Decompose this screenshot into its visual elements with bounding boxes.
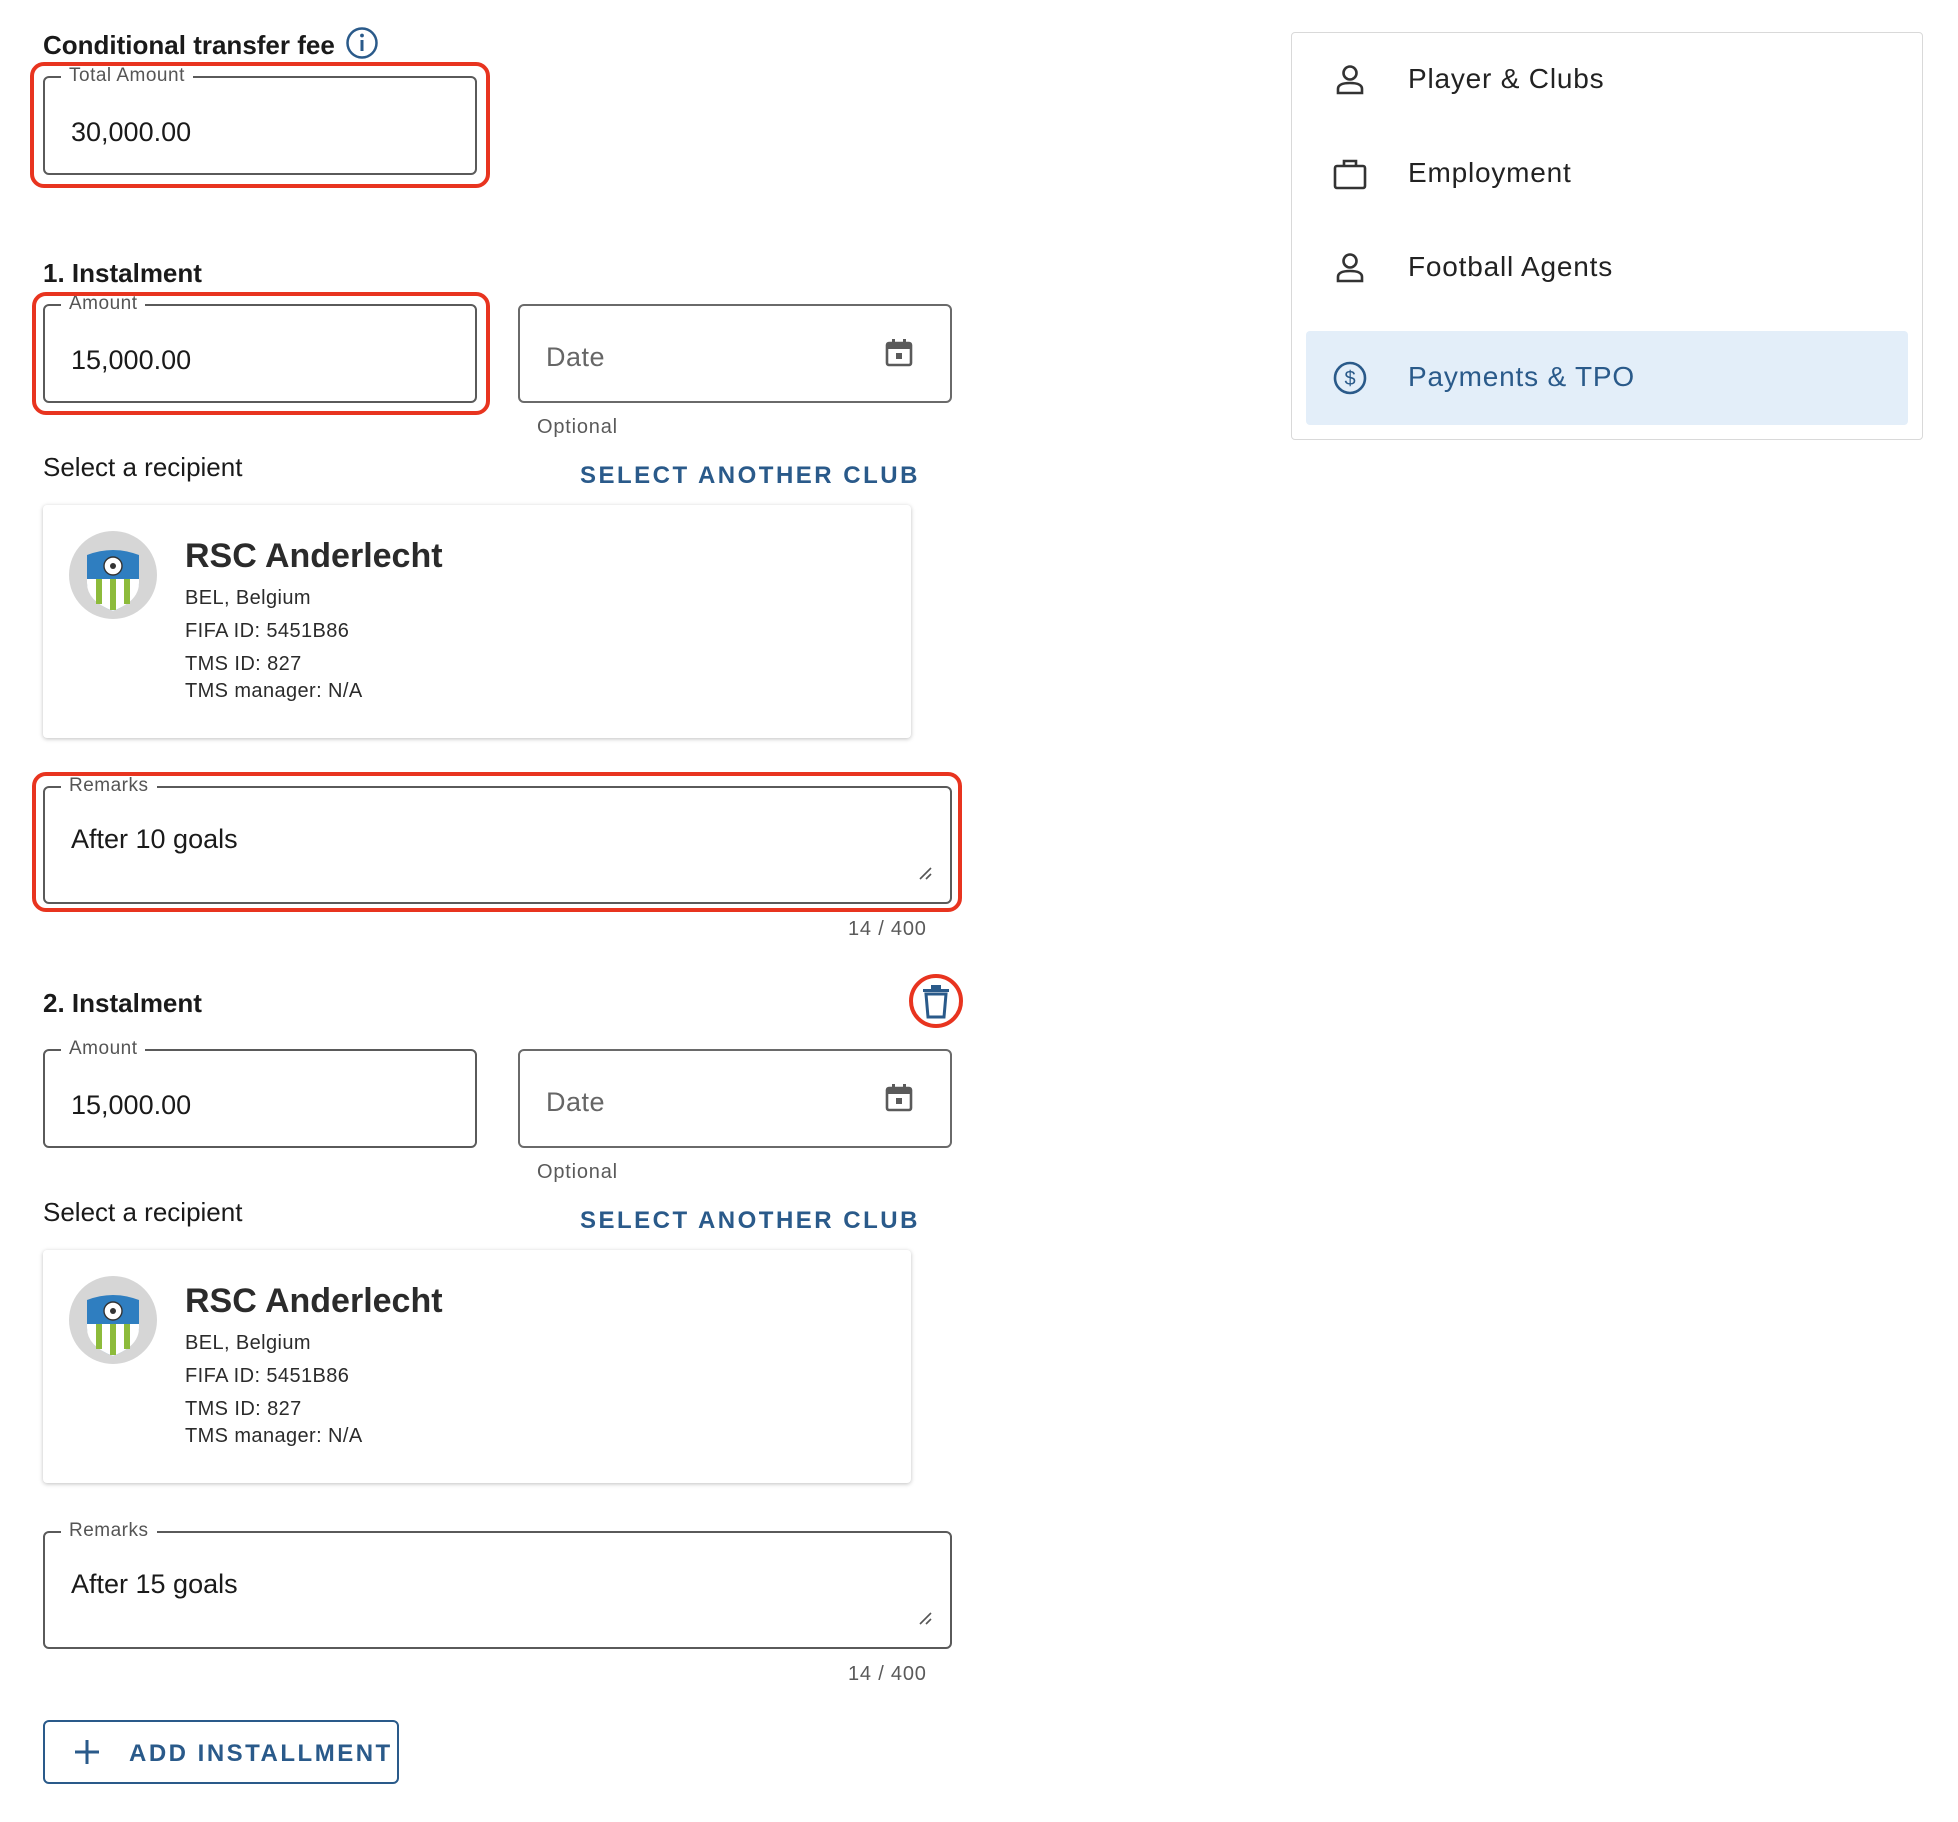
date-placeholder: Date bbox=[546, 1087, 606, 1117]
person-icon bbox=[1336, 253, 1364, 283]
sidebar-item-payments-tpo[interactable]: $ Payments & TPO bbox=[1306, 331, 1908, 425]
sidebar-item-label: Employment bbox=[1408, 157, 1572, 188]
sidebar-nav: Player & Clubs Employment Football Agent… bbox=[1291, 32, 1923, 440]
add-installment-label: ADD INSTALLMENT bbox=[129, 1740, 393, 1767]
club-name: RSC Anderlecht bbox=[185, 537, 443, 575]
total-amount-field[interactable]: Total Amount 30,000.00 bbox=[43, 65, 477, 175]
total-amount-value: 30,000.00 bbox=[71, 117, 192, 147]
sidebar-item-employment[interactable]: Employment bbox=[1306, 127, 1908, 221]
plus-icon bbox=[75, 1740, 99, 1764]
sidebar-item-football-agents[interactable]: Football Agents bbox=[1306, 221, 1908, 315]
club-fifa-id: FIFA ID: 5451B86 bbox=[185, 620, 350, 642]
calendar-icon[interactable] bbox=[884, 338, 914, 368]
person-icon bbox=[1336, 65, 1364, 95]
date-helper-text: Optional bbox=[537, 416, 618, 438]
resize-handle-icon[interactable] bbox=[918, 1611, 932, 1625]
instalment-2-title: 2. Instalment bbox=[43, 988, 202, 1018]
club-tms-id: TMS ID: 827 bbox=[185, 653, 302, 675]
club-logo bbox=[69, 1276, 157, 1364]
sidebar-item-player-clubs[interactable]: Player & Clubs bbox=[1306, 33, 1908, 127]
select-recipient-label: Select a recipient bbox=[43, 1197, 243, 1227]
recipient-club-card[interactable]: RSC Anderlecht BEL, Belgium FIFA ID: 545… bbox=[43, 1250, 911, 1483]
sidebar-item-label: Football Agents bbox=[1408, 251, 1614, 282]
club-logo bbox=[69, 531, 157, 619]
select-recipient-label: Select a recipient bbox=[43, 452, 243, 482]
briefcase-icon bbox=[1333, 159, 1367, 190]
instalment-1-title: 1. Instalment bbox=[43, 258, 202, 288]
club-tms-manager: TMS manager: N/A bbox=[185, 680, 363, 702]
club-tms-manager: TMS manager: N/A bbox=[185, 1425, 363, 1447]
remarks-char-counter: 14 / 400 bbox=[848, 918, 927, 940]
svg-text:$: $ bbox=[1344, 368, 1355, 390]
sidebar-item-label: Payments & TPO bbox=[1408, 361, 1635, 392]
recipient-club-card[interactable]: RSC Anderlecht BEL, Belgium FIFA ID: 545… bbox=[43, 505, 911, 738]
shield-logo-icon bbox=[87, 550, 139, 611]
select-another-club-button[interactable]: SELECT ANOTHER CLUB bbox=[580, 462, 920, 490]
calendar-icon[interactable] bbox=[884, 1083, 914, 1113]
remarks-value: After 10 goals bbox=[71, 824, 238, 854]
instalment-1-remarks-field[interactable]: Remarks After 10 goals bbox=[43, 775, 952, 904]
shield-logo-icon bbox=[87, 1295, 139, 1356]
date-helper-text: Optional bbox=[537, 1161, 618, 1183]
instalment-2-remarks-field[interactable]: Remarks After 15 goals bbox=[43, 1520, 952, 1649]
dollar-circle-icon: $ bbox=[1333, 361, 1367, 395]
club-tms-id: TMS ID: 827 bbox=[185, 1398, 302, 1420]
instalment-1-amount-field[interactable]: Amount 15,000.00 bbox=[43, 293, 477, 403]
club-name: RSC Anderlecht bbox=[185, 1282, 443, 1320]
instalment-2-date-field[interactable]: Date bbox=[518, 1049, 952, 1148]
amount-value: 15,000.00 bbox=[71, 1090, 192, 1120]
remarks-char-counter: 14 / 400 bbox=[848, 1663, 927, 1685]
add-installment-button[interactable]: ADD INSTALLMENT bbox=[43, 1720, 399, 1784]
club-country: BEL, Belgium bbox=[185, 1332, 311, 1354]
select-another-club-button[interactable]: SELECT ANOTHER CLUB bbox=[580, 1207, 920, 1235]
total-amount-label: Total Amount bbox=[61, 65, 193, 87]
amount-label: Amount bbox=[61, 1038, 146, 1060]
info-icon[interactable] bbox=[345, 26, 379, 60]
instalment-1-date-field[interactable]: Date bbox=[518, 304, 952, 403]
club-fifa-id: FIFA ID: 5451B86 bbox=[185, 1365, 350, 1387]
delete-trash-icon[interactable] bbox=[920, 984, 952, 1020]
resize-handle-icon[interactable] bbox=[918, 866, 932, 880]
remarks-label: Remarks bbox=[61, 775, 157, 797]
section-title: Conditional transfer fee bbox=[43, 30, 335, 60]
club-country: BEL, Belgium bbox=[185, 587, 311, 609]
remarks-label: Remarks bbox=[61, 1520, 157, 1542]
amount-label: Amount bbox=[61, 293, 146, 315]
amount-value: 15,000.00 bbox=[71, 345, 192, 375]
date-placeholder: Date bbox=[546, 342, 606, 372]
instalment-2-amount-field[interactable]: Amount 15,000.00 bbox=[43, 1038, 477, 1148]
remarks-value: After 15 goals bbox=[71, 1569, 238, 1599]
sidebar-item-label: Player & Clubs bbox=[1408, 63, 1605, 94]
